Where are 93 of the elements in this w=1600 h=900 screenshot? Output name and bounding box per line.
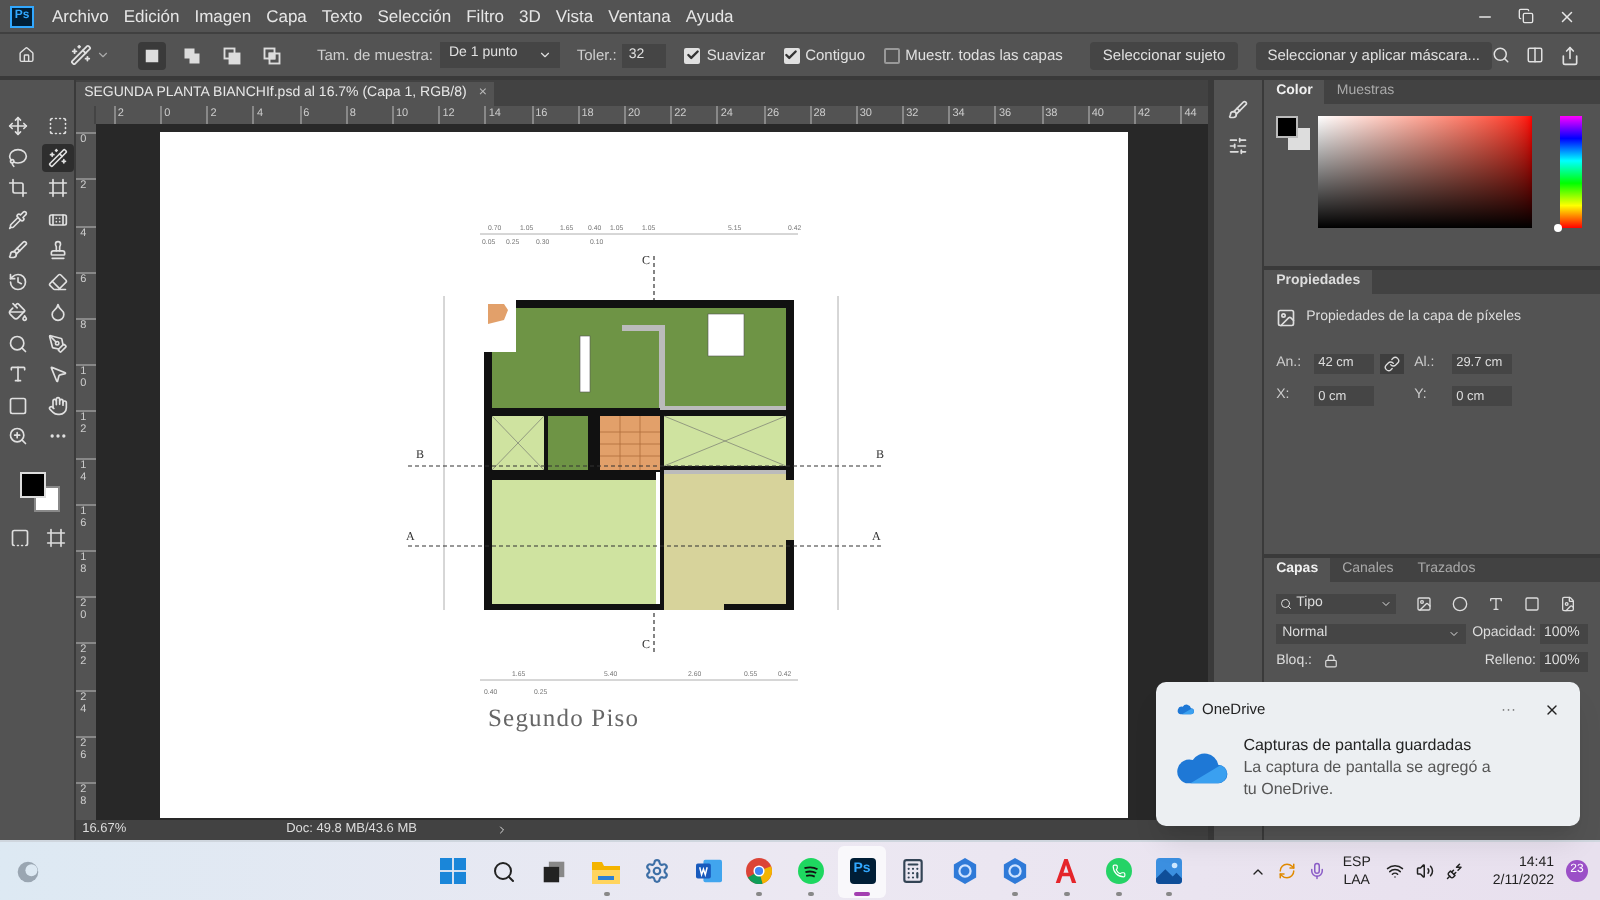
smart-object-icon[interactable] xyxy=(1560,596,1577,612)
adjustments-icon[interactable] xyxy=(1228,136,1249,156)
menu-item[interactable]: Imagen xyxy=(194,3,252,29)
menu-item[interactable]: Archivo xyxy=(52,3,109,29)
magic-wand-icon xyxy=(47,147,68,168)
color-field[interactable] xyxy=(1318,116,1533,228)
microphone-icon[interactable] xyxy=(1308,862,1327,880)
caret-icon xyxy=(1380,598,1393,610)
selection-mode-icon xyxy=(141,45,162,65)
menu-item[interactable]: Ayuda xyxy=(685,3,734,29)
bandage-icon xyxy=(47,209,68,230)
quick-mask-icon[interactable] xyxy=(9,527,30,547)
paint-bucket-icon xyxy=(7,302,28,323)
folder-icon xyxy=(592,859,621,883)
slider-thumb[interactable] xyxy=(1554,224,1563,232)
hexagon-app-icon xyxy=(951,858,978,884)
color-swatches[interactable] xyxy=(1276,116,1311,150)
menu-item[interactable]: Ventana xyxy=(608,3,671,29)
menu-item[interactable]: Selección xyxy=(377,3,452,29)
wifi-icon[interactable] xyxy=(1386,862,1405,880)
droplet-icon xyxy=(47,302,68,323)
pdf-app-icon xyxy=(1054,858,1079,884)
selection-mode-icon xyxy=(221,45,242,65)
tool-button[interactable] xyxy=(41,143,74,172)
zoom-icon xyxy=(7,426,28,447)
image-icon xyxy=(1276,308,1297,329)
caret-icon xyxy=(538,48,553,62)
search-icon xyxy=(1280,598,1293,610)
caret-icon xyxy=(1448,628,1461,641)
link-icon[interactable] xyxy=(1380,353,1405,374)
music-app-icon xyxy=(797,858,824,884)
chat-app-icon xyxy=(1105,858,1132,884)
checkbox[interactable] xyxy=(684,47,701,63)
eraser-icon xyxy=(47,271,68,292)
notification-body: La captura de pantalla se agregó a tu OneDrive. xyxy=(1243,756,1493,801)
photos-icon xyxy=(1156,858,1183,884)
stamp-icon xyxy=(47,240,68,261)
share-icon[interactable] xyxy=(1560,45,1580,65)
type-icon xyxy=(7,364,28,385)
restore-icon[interactable] xyxy=(1518,8,1534,24)
pointer-icon xyxy=(47,364,68,385)
cloud-icon xyxy=(1176,702,1194,717)
eyedropper-icon xyxy=(7,209,28,230)
search-icon[interactable] xyxy=(1492,46,1510,64)
caret-icon[interactable] xyxy=(95,48,110,62)
notification-title: Capturas de pantalla guardadas xyxy=(1243,734,1474,757)
brush-settings-icon[interactable] xyxy=(1228,100,1249,120)
checkbox[interactable] xyxy=(783,47,800,63)
menu-item[interactable]: Filtro xyxy=(466,3,504,29)
pen-icon xyxy=(47,333,68,354)
cloud-icon xyxy=(1172,748,1228,787)
lock-icon[interactable] xyxy=(1323,654,1338,669)
menu-item[interactable]: 3D xyxy=(519,3,541,29)
selection-mode-button[interactable] xyxy=(137,41,166,69)
close-icon[interactable] xyxy=(1558,7,1576,25)
hand-icon xyxy=(47,395,68,416)
selection-mode-icon xyxy=(261,45,282,65)
hexagon-app-icon xyxy=(1002,858,1029,884)
screen-mode-icon[interactable] xyxy=(45,527,66,547)
browser-icon xyxy=(746,858,773,884)
menu-item[interactable]: Vista xyxy=(555,3,594,29)
start-icon xyxy=(439,858,466,884)
menu-item[interactable]: Capa xyxy=(266,3,307,29)
crop-icon xyxy=(7,178,28,199)
speaker-icon[interactable] xyxy=(1416,862,1435,880)
menu-item[interactable]: Texto xyxy=(321,3,363,29)
type-icon[interactable] xyxy=(1488,596,1505,612)
search-icon xyxy=(491,859,516,883)
brush-icon xyxy=(7,240,28,261)
frame-icon xyxy=(47,178,68,199)
hue-slider[interactable] xyxy=(1560,116,1583,228)
selection-mode-icon xyxy=(181,45,202,65)
rectangle-icon xyxy=(7,395,28,416)
calculator-icon xyxy=(900,858,927,884)
adjustment-filter-icon[interactable] xyxy=(1452,596,1469,612)
plan-title: Segundo Piso xyxy=(488,704,640,733)
gear-icon xyxy=(644,858,671,884)
close-icon[interactable] xyxy=(1544,701,1560,718)
lasso-icon xyxy=(7,147,28,168)
move-icon xyxy=(7,116,28,137)
history-brush-icon xyxy=(7,271,28,292)
shape-filter-icon[interactable] xyxy=(1524,596,1541,612)
task-view-icon xyxy=(542,859,567,883)
battery-icon[interactable] xyxy=(1446,862,1465,880)
workspace-icon[interactable] xyxy=(1526,46,1544,64)
marquee-icon xyxy=(47,116,68,137)
checkbox[interactable] xyxy=(883,47,900,63)
chevron-icon[interactable] xyxy=(496,824,509,837)
magic-wand-icon[interactable] xyxy=(69,44,92,66)
image-icon[interactable] xyxy=(1416,596,1433,612)
menu-item[interactable]: Edición xyxy=(123,3,180,29)
document-app-icon xyxy=(695,858,722,884)
home-icon[interactable] xyxy=(18,44,36,66)
